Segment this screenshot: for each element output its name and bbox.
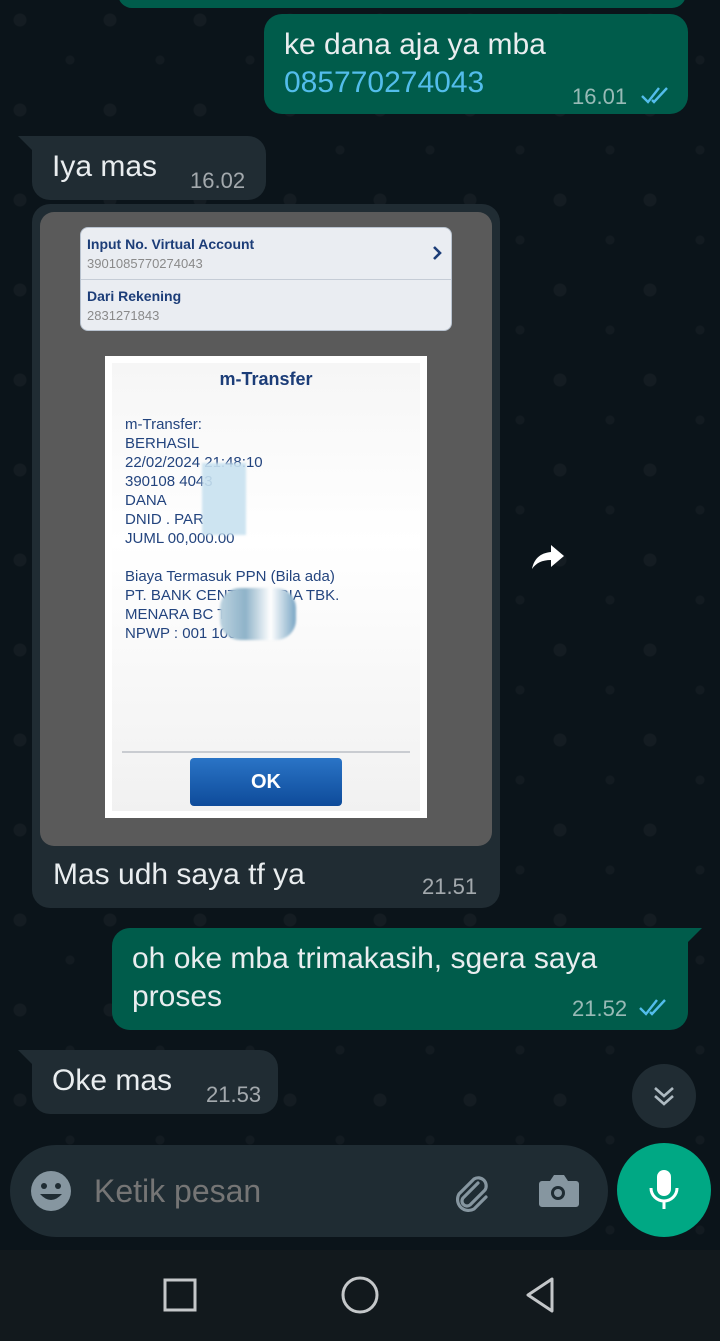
receipt-line: DANA	[125, 492, 167, 509]
rek-value: 2831271843	[87, 308, 160, 323]
forward-icon[interactable]	[526, 535, 570, 579]
bubble-tail	[686, 928, 702, 944]
incoming-message[interactable]: Iya mas 16.02	[32, 136, 266, 200]
message-time: 16.01	[572, 84, 628, 109]
message-text: ke dana aja ya mba	[284, 28, 546, 61]
bank-form-panel: Input No. Virtual Account 39010857702740…	[80, 227, 452, 331]
message-time: 16.02	[190, 168, 246, 193]
receipt-line: 390108 4043	[125, 473, 213, 490]
emoji-icon[interactable]	[30, 1170, 72, 1212]
system-navigation-bar	[0, 1250, 720, 1341]
rek-label: Dari Rekening	[87, 288, 182, 304]
message-text: proses	[132, 980, 223, 1013]
back-icon[interactable]	[520, 1275, 560, 1315]
va-label: Input No. Virtual Account	[87, 236, 255, 252]
phone-link[interactable]: 085770274043	[284, 64, 484, 102]
redaction-blur	[202, 463, 246, 535]
transfer-dialog: m-Transfer m-Transfer: BERHASIL 22/02/20…	[105, 356, 427, 818]
message-text: oh oke mba trimakasih, sgera saya	[132, 942, 598, 975]
message-composer	[10, 1145, 608, 1237]
receipt-line: m-Transfer:	[125, 416, 202, 433]
mic-icon	[649, 1170, 679, 1209]
home-icon[interactable]	[340, 1275, 380, 1315]
va-value: 3901085770274043	[87, 256, 203, 271]
double-check-icon	[641, 87, 668, 104]
dialog-title: m-Transfer	[219, 369, 313, 389]
message-time: 21.53	[206, 1082, 262, 1107]
redaction-blur	[220, 588, 296, 640]
message-text: Oke mas	[52, 1064, 173, 1097]
camera-icon[interactable]	[536, 1171, 580, 1211]
previous-message-edge	[118, 0, 686, 8]
message-time: 21.52	[572, 996, 628, 1021]
outgoing-message[interactable]: oh oke mba trimakasih, sgera saya proses…	[112, 928, 688, 1030]
double-check-icon	[639, 999, 666, 1016]
recent-apps-icon[interactable]	[162, 1277, 198, 1313]
receipt-line: BERHASIL	[125, 435, 200, 452]
outgoing-message[interactable]: ke dana aja ya mba 085770274043 16.01	[264, 14, 688, 114]
ok-button: OK	[190, 758, 342, 806]
scroll-down-button[interactable]	[632, 1064, 696, 1128]
image-caption: Mas udh saya tf ya	[53, 858, 305, 891]
dialog-divider	[122, 751, 410, 753]
voice-record-button[interactable]	[617, 1143, 711, 1237]
chevron-down-icon	[654, 1087, 674, 1106]
message-text: Iya mas	[52, 150, 158, 183]
message-time: 21.51	[422, 874, 478, 899]
attach-icon[interactable]	[448, 1169, 492, 1213]
incoming-message[interactable]: Oke mas 21.53	[32, 1050, 278, 1114]
receipt-line: DNID . PAR	[125, 511, 204, 528]
message-input[interactable]	[94, 1167, 424, 1215]
transfer-receipt-image[interactable]: Input No. Virtual Account 39010857702740…	[40, 212, 492, 846]
receipt-line: Biaya Termasuk PPN (Bila ada)	[125, 568, 335, 585]
chevron-right-icon	[433, 246, 442, 260]
